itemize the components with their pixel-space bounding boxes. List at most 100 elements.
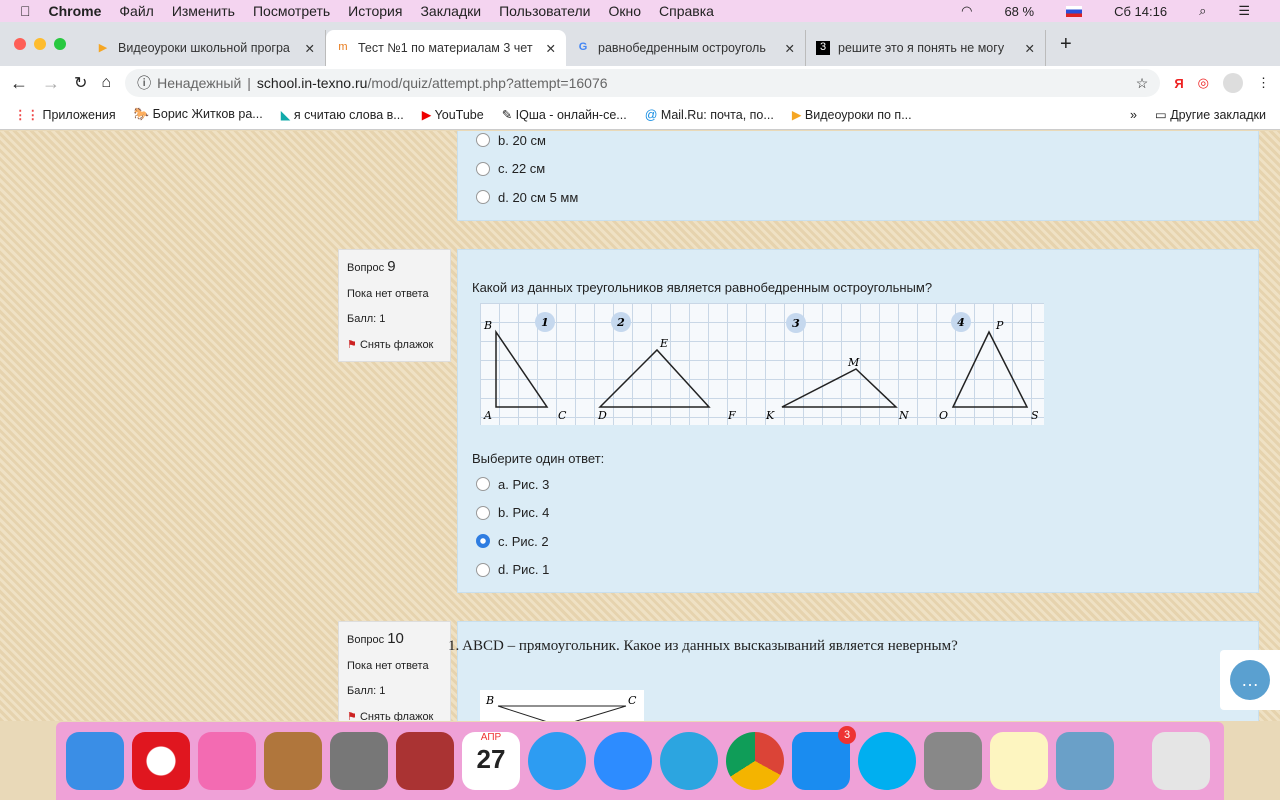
forward-icon[interactable]: → (42, 73, 60, 94)
menu-item[interactable]: Изменить (172, 3, 235, 19)
svg-text:P: P (995, 319, 1004, 332)
question-info: Вопрос 10 Пока нет ответа Балл: 1 ⚑ Снят… (338, 621, 451, 721)
radio[interactable] (476, 477, 490, 492)
profile-avatar[interactable] (1223, 73, 1243, 93)
zoom-icon[interactable] (594, 732, 652, 790)
answer-prompt: Выберите один ответ: (472, 451, 605, 466)
answer-option[interactable]: a. Рис. 3 (458, 470, 1258, 499)
target-icon[interactable]: ◎ (1198, 75, 1209, 91)
other-bookmarks[interactable]: ▭ Другие закладки (1155, 107, 1266, 122)
app-store-icon[interactable]: 3 (792, 726, 856, 790)
triangles-figure: 1 2 3 4 B A C E D F M K N P O S (480, 303, 1044, 425)
answer-option[interactable]: b. Рис. 4 (458, 499, 1258, 528)
answer-option[interactable]: d. Рис. 1 (458, 556, 1258, 585)
apple-icon[interactable]:  (20, 3, 31, 19)
menu-item[interactable]: Файл (119, 3, 153, 19)
messages-icon[interactable] (528, 732, 586, 790)
tab[interactable]: ▶ Видеоуроки школьной програ ✕ (86, 30, 326, 66)
url-path: /mod/quiz/attempt.php?attempt=16076 (367, 75, 608, 91)
previous-question: b. 20 см c. 22 см d. 20 см 5 мм (457, 131, 1259, 221)
calendar-icon[interactable]: АПР 27 (462, 732, 520, 790)
finder-icon[interactable] (66, 732, 124, 790)
more-icon[interactable]: ⋮ (1257, 75, 1270, 91)
clock[interactable]: Сб 14:16 (1114, 4, 1167, 19)
chrome-icon[interactable] (726, 732, 784, 790)
chat-widget-button[interactable]: … (1220, 650, 1280, 710)
moodle-icon: m (338, 41, 348, 53)
reload-icon[interactable]: ↻ (74, 73, 87, 93)
close-tab-icon[interactable]: ✕ (785, 41, 795, 56)
bookmark[interactable]: 🐎 Борис Житков ра... (134, 107, 263, 122)
radio[interactable] (476, 505, 490, 520)
question-9: Какой из данных треугольников является р… (457, 249, 1259, 593)
close-tab-icon[interactable]: ✕ (1025, 41, 1035, 56)
menu-item[interactable]: Окно (608, 3, 641, 19)
flag-icon: ⚑ (347, 711, 357, 721)
dock: АПР 27 3 (56, 722, 1224, 800)
star-icon[interactable]: ☆ (1136, 75, 1149, 92)
contacts-icon[interactable] (264, 732, 322, 790)
question-score: Балл: 1 (347, 685, 386, 697)
opera-icon[interactable] (132, 732, 190, 790)
bookmark[interactable]: ✎ IQша - онлайн-се... (502, 107, 627, 122)
flag-icon[interactable] (1066, 5, 1083, 17)
question-status: Пока нет ответа (347, 288, 429, 300)
radio-selected[interactable] (476, 534, 490, 549)
close-tab-icon[interactable]: ✕ (546, 41, 556, 56)
info-icon: ⓘ (137, 75, 152, 91)
minimize-button[interactable] (34, 38, 46, 50)
photo-booth-icon[interactable] (396, 732, 454, 790)
bookmark-apps[interactable]: ⋮⋮ Приложения (14, 107, 116, 122)
radio[interactable] (476, 562, 490, 577)
tab-active[interactable]: m Тест №1 по материалам 3 чет ✕ (326, 30, 566, 66)
answer-option-selected[interactable]: c. Рис. 2 (458, 527, 1258, 556)
tab-strip: ▶ Видеоуроки школьной програ ✕ m Тест №1 по… (0, 22, 1280, 66)
bookmark-youtube[interactable]: ▶ YouTube (422, 107, 484, 122)
flag-link[interactable]: ⚑ Снять флажок (347, 338, 442, 351)
bookmark-mailru[interactable]: @ Mail.Ru: почта, по... (645, 108, 774, 122)
answer-option[interactable]: c. 22 см (458, 155, 1258, 184)
menu-app[interactable]: Chrome (49, 3, 102, 19)
calculator-icon[interactable] (924, 732, 982, 790)
music-icon[interactable] (198, 732, 256, 790)
trash-icon[interactable] (1152, 732, 1210, 790)
menu-item[interactable]: Справка (659, 3, 714, 19)
flag-link[interactable]: ⚑ Снять флажок (347, 710, 442, 721)
new-tab-button[interactable]: + (1046, 33, 1072, 66)
search-icon[interactable]: ⌕ (1199, 3, 1206, 19)
radio[interactable] (476, 190, 490, 205)
toolbar: ← → ↻ ⌂ ⓘ Ненадежный | school.in-texno.r… (0, 66, 1280, 100)
svg-text:B: B (483, 319, 492, 332)
radio[interactable] (476, 133, 490, 148)
skype-icon[interactable] (858, 732, 916, 790)
notes-icon[interactable] (990, 732, 1048, 790)
telegram-icon[interactable] (660, 732, 718, 790)
menu-item[interactable]: Посмотреть (253, 3, 330, 19)
notification-badge: 3 (838, 726, 856, 744)
svg-text:1: 1 (541, 316, 549, 329)
svg-text:M: M (847, 356, 860, 369)
battery-status[interactable]: 68 % (1004, 4, 1034, 19)
system-preferences-icon[interactable] (330, 732, 388, 790)
menu-item[interactable]: Пользователи (499, 3, 590, 19)
preview-icon[interactable] (1056, 732, 1114, 790)
menu-item[interactable]: История (348, 3, 402, 19)
close-tab-icon[interactable]: ✕ (305, 41, 315, 56)
close-window-button[interactable] (14, 38, 26, 50)
menu-item[interactable]: Закладки (420, 3, 481, 19)
yandex-icon[interactable]: Я (1174, 76, 1183, 91)
more-bookmarks-icon[interactable]: » (1130, 108, 1137, 122)
address-bar[interactable]: ⓘ Ненадежный | school.in-texno.ru/mod/qu… (125, 69, 1161, 97)
tab[interactable]: Gравнобедренным остроуголь ✕ (566, 30, 806, 66)
bookmark[interactable]: ◣ я считаю слова в... (281, 107, 404, 122)
zoom-button[interactable] (54, 38, 66, 50)
tab[interactable]: 3 решите это я понять не могу ✕ (806, 30, 1046, 66)
home-icon[interactable]: ⌂ (101, 74, 111, 92)
answer-option[interactable]: b. 20 см (458, 131, 1258, 155)
radio[interactable] (476, 161, 490, 176)
bookmark[interactable]: ▶ Видеоуроки по п... (792, 107, 912, 122)
answer-option[interactable]: d. 20 см 5 мм (458, 183, 1258, 212)
list-icon[interactable]: ☰ (1238, 3, 1250, 19)
wifi-icon[interactable]: ◠ (961, 3, 972, 19)
back-icon[interactable]: ← (10, 73, 28, 94)
